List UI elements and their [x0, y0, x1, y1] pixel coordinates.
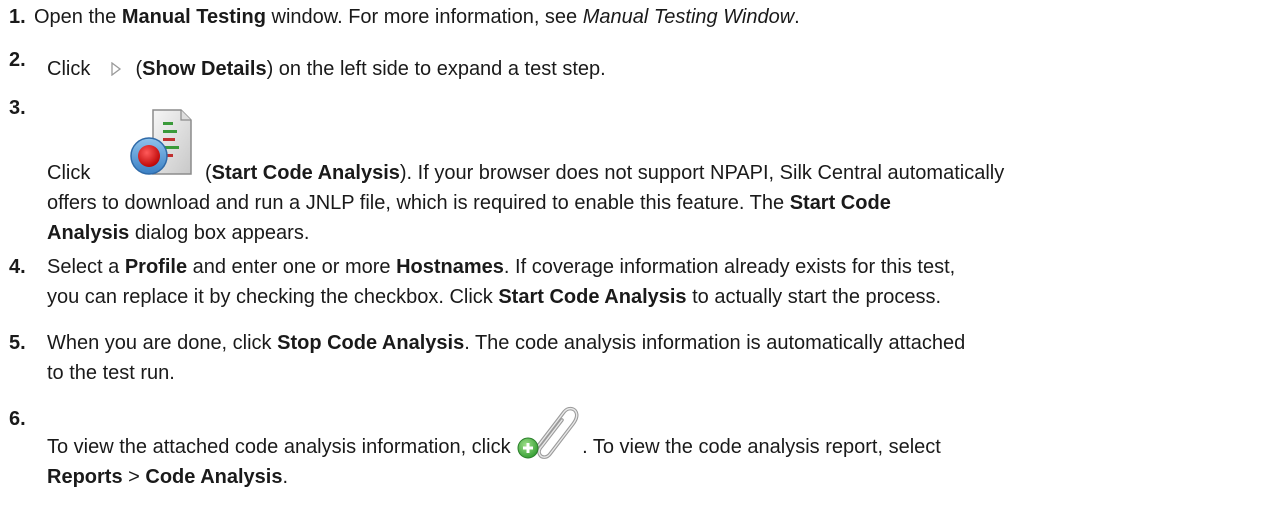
show-details-triangle-icon	[110, 55, 122, 85]
text-segment: >	[122, 466, 146, 488]
text-segment: offers to download and run a JNLP file, …	[47, 192, 790, 214]
step-number: 1.	[9, 6, 26, 28]
text-segment: you can replace it by checking the check…	[47, 286, 499, 308]
text-segment: . The code analysis information is autom…	[464, 332, 966, 354]
text-segment: .	[794, 6, 800, 28]
text-segment: Click	[47, 162, 91, 184]
text-segment: .	[282, 466, 289, 488]
step-number: 4.	[9, 256, 26, 278]
ui-term-start-code-analysis: Start Code Analysis	[498, 286, 687, 308]
step-text: Select a Profile and enter one or more H…	[47, 252, 1282, 312]
step-text: When you are done, click Stop Code Analy…	[47, 328, 1282, 388]
ui-term-stop-code-analysis: Stop Code Analysis	[277, 332, 465, 354]
ui-term-start-code-analysis: Start Code Analysis	[211, 162, 400, 184]
ui-term-start-code: Start Code	[789, 192, 891, 214]
text-segment: ) on the left side to expand a test step…	[266, 58, 606, 80]
paperclip-add-icon	[516, 406, 582, 462]
start-code-analysis-icon	[123, 108, 199, 191]
step-text: Click (Show Details) on the left side to…	[47, 54, 1282, 85]
step-number: 3.	[9, 97, 26, 119]
ui-term-hostnames: Hostnames	[396, 256, 504, 278]
text-segment: (	[205, 162, 212, 184]
step-number: 2.	[9, 49, 26, 71]
ui-term-code-analysis: Code Analysis	[145, 466, 283, 488]
ui-term-analysis: Analysis	[47, 222, 130, 244]
text-segment: window. For more information, see	[265, 6, 583, 28]
text-segment: dialog box appears.	[129, 222, 310, 244]
text-segment: and enter one or more	[187, 256, 397, 278]
ui-term-reports: Reports	[47, 466, 123, 488]
step-number: 6.	[9, 408, 26, 430]
text-segment: To view the attached code analysis infor…	[47, 436, 517, 458]
text-segment: . If coverage information already exists…	[503, 256, 956, 278]
text-segment: Open the	[34, 6, 122, 28]
link-manual-testing-window[interactable]: Manual Testing Window	[583, 6, 794, 28]
text-segment: ). If your browser does not support NPAP…	[399, 162, 1005, 184]
text-segment: to actually start the process.	[686, 286, 942, 308]
text-segment: When you are done, click	[47, 332, 278, 354]
ui-term-manual-testing: Manual Testing	[121, 6, 266, 28]
step-text: Open the Manual Testing window. For more…	[34, 2, 1269, 32]
ui-term-profile: Profile	[124, 256, 188, 278]
ui-term-show-details: Show Details	[142, 58, 267, 80]
step-text: To view the attached code analysis infor…	[47, 406, 1282, 492]
step-text: Click (Start Code Analysis). If your bro…	[47, 108, 1282, 248]
text-segment: Click	[47, 58, 96, 80]
text-segment: to the test run.	[47, 362, 175, 384]
step-number: 5.	[9, 332, 26, 354]
text-segment: Select a	[47, 256, 125, 278]
text-segment: . To view the code analysis report, sele…	[582, 436, 941, 458]
text-segment: (	[129, 58, 143, 80]
